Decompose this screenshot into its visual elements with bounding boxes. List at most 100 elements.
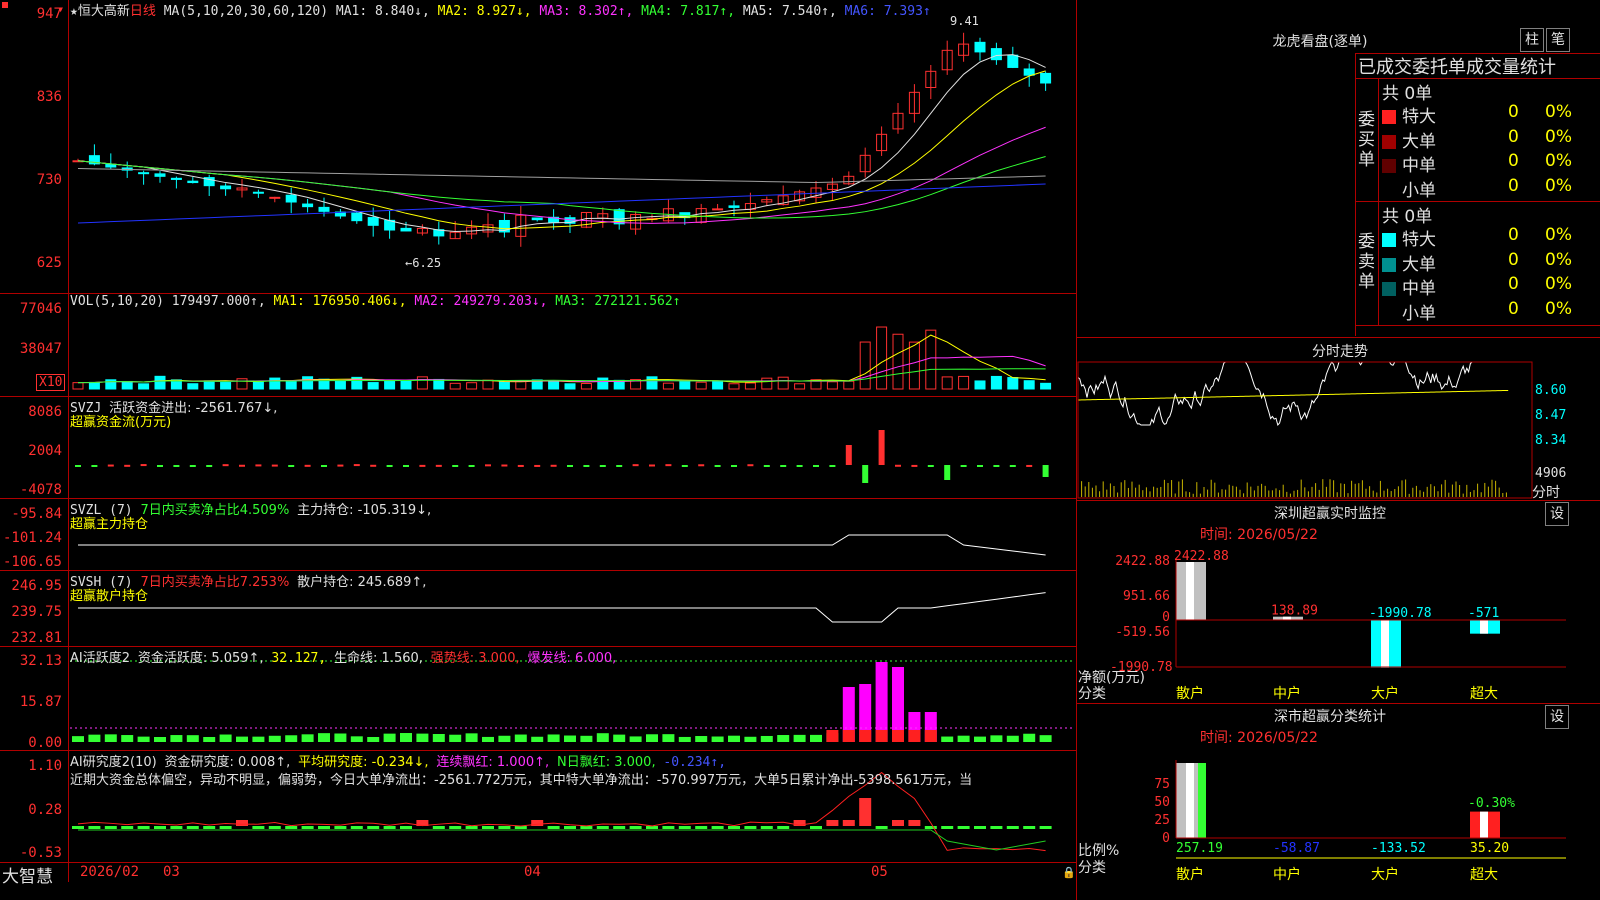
fund-flow-bar — [649, 464, 655, 467]
low-price-note: ←6.25 — [405, 256, 442, 270]
fund-flow-bar — [878, 430, 885, 465]
research-bar — [88, 826, 101, 829]
buy-color-swatch — [1382, 159, 1396, 173]
buy-row-label: 特大 — [1402, 107, 1436, 127]
buy-row-percent: 0% — [1545, 102, 1572, 122]
ai2-t4: 强势线: 3.000, — [430, 651, 520, 666]
svzl-ytick-0: -95.84 — [11, 506, 62, 522]
ma6-value: MA6: 7.393↑ — [844, 4, 931, 19]
fund-flow-bar — [140, 464, 147, 467]
classify-category-0: 散户 — [1176, 867, 1204, 883]
activity-bar — [662, 734, 675, 742]
fund-flow-bar — [386, 465, 393, 467]
fenshi-top-line — [1076, 337, 1600, 338]
main-holding-line — [78, 534, 1046, 556]
research-bar — [974, 826, 986, 829]
research-bar — [596, 826, 609, 829]
classify-settings-button[interactable]: 设 — [1545, 705, 1569, 729]
volume-bar — [498, 381, 510, 390]
fund-flow-bar — [173, 465, 180, 467]
research-bar — [859, 798, 872, 826]
classify-value-label: 35.20 — [1470, 841, 1509, 856]
activity-bar — [88, 734, 101, 742]
volume-bar — [892, 333, 904, 390]
sell-side-label: 委卖单 — [1358, 232, 1375, 292]
activity-bar — [1039, 735, 1052, 742]
main-ytick-3: 625 — [36, 255, 62, 271]
svsh-subtitle: 超赢散户持仓 — [70, 589, 149, 604]
activity-red-bar — [924, 730, 937, 742]
classify-category-3: 超大 — [1470, 867, 1498, 883]
monitor-category-0: 散户 — [1176, 686, 1204, 702]
volume-bar — [662, 382, 674, 390]
research-bar — [564, 826, 576, 829]
activity-bar — [711, 736, 724, 742]
research-bar — [662, 826, 675, 829]
fund-flow-bar — [435, 464, 442, 467]
research-bar — [449, 826, 462, 829]
candlestick — [154, 173, 166, 177]
fund-flow-bar — [370, 464, 377, 467]
fenshi-ytick-2: 8.34 — [1535, 433, 1567, 448]
activity-bar — [154, 736, 166, 742]
lock-icon[interactable]: 🔒 — [1062, 866, 1076, 879]
volume-bar — [843, 380, 855, 390]
fund-flow-bar — [567, 465, 573, 467]
candlestick — [728, 205, 740, 208]
monitor-value-label: 138.89 — [1271, 604, 1318, 619]
fund-flow-bar — [271, 464, 278, 467]
fund-flow-bar — [616, 465, 623, 467]
volume-bar — [302, 376, 314, 390]
sell-row-count: 0 — [1508, 249, 1519, 270]
stock-name[interactable]: 恒大高新 — [78, 4, 130, 19]
fund-flow-bar — [813, 465, 819, 467]
period-label[interactable]: 日线 — [130, 4, 156, 19]
classify-top-line — [1076, 703, 1600, 704]
monitor-title: 深圳超赢实时监控 — [1274, 506, 1386, 522]
monitor-ytick-0: 2422.88 — [1115, 554, 1170, 569]
fund-flow-bar — [157, 465, 163, 467]
fund-flow-bar — [845, 445, 852, 465]
activity-red-bar — [859, 730, 872, 742]
fund-flow-bar — [977, 465, 983, 467]
volume-bar — [384, 380, 396, 390]
monitor-ytick-3: -519.56 — [1115, 625, 1170, 640]
ai2-header: AI活跃度2 资金活跃度: 5.059↑, 32.127, 生命线: 1.560… — [70, 647, 616, 666]
fund-flow-bar — [895, 464, 901, 467]
activity-bar — [793, 734, 806, 742]
research-bar — [826, 820, 839, 826]
fund-flow-bar — [419, 464, 426, 467]
activity-bar — [383, 733, 396, 742]
fund-flow-bar — [1026, 464, 1033, 467]
sell-row-count: 0 — [1508, 274, 1519, 294]
sell-row-2: 中单 — [1382, 274, 1436, 299]
fenshi-title: 分时走势 — [1312, 344, 1368, 360]
candlestick — [1023, 68, 1035, 76]
intraday-frame — [1077, 361, 1533, 499]
candlestick — [187, 180, 199, 184]
research-bar — [547, 826, 560, 829]
activity-bar — [580, 735, 593, 742]
xaxis-label-3: 05 — [871, 864, 888, 880]
main-ytick-0: 947 — [36, 6, 62, 22]
buy-row-0: 特大 — [1382, 102, 1436, 127]
buy-color-swatch — [1382, 183, 1396, 198]
classify-value-label: -58.87 — [1273, 841, 1320, 856]
activity-bar — [203, 736, 216, 742]
star-icon: ★ — [70, 4, 78, 19]
activity-bar — [236, 736, 248, 742]
fund-flow-bar — [1042, 465, 1049, 477]
research-bar — [629, 826, 642, 829]
research-bar — [285, 826, 298, 829]
monitor-time: 时间: 2026/05/22 — [1200, 527, 1318, 543]
fund-flow-bar — [599, 465, 606, 467]
volume-bar — [203, 380, 215, 390]
volume-bar — [646, 376, 658, 390]
xaxis-label-0: 2026/02 — [80, 864, 140, 880]
research-bar — [810, 826, 822, 829]
fund-flow-bar — [714, 465, 721, 467]
bar-mode-button[interactable]: 柱 — [1520, 28, 1544, 52]
tick-mode-button[interactable]: 笔 — [1546, 28, 1570, 52]
monitor-settings-button[interactable]: 设 — [1545, 502, 1569, 526]
volume-bar — [859, 341, 871, 390]
